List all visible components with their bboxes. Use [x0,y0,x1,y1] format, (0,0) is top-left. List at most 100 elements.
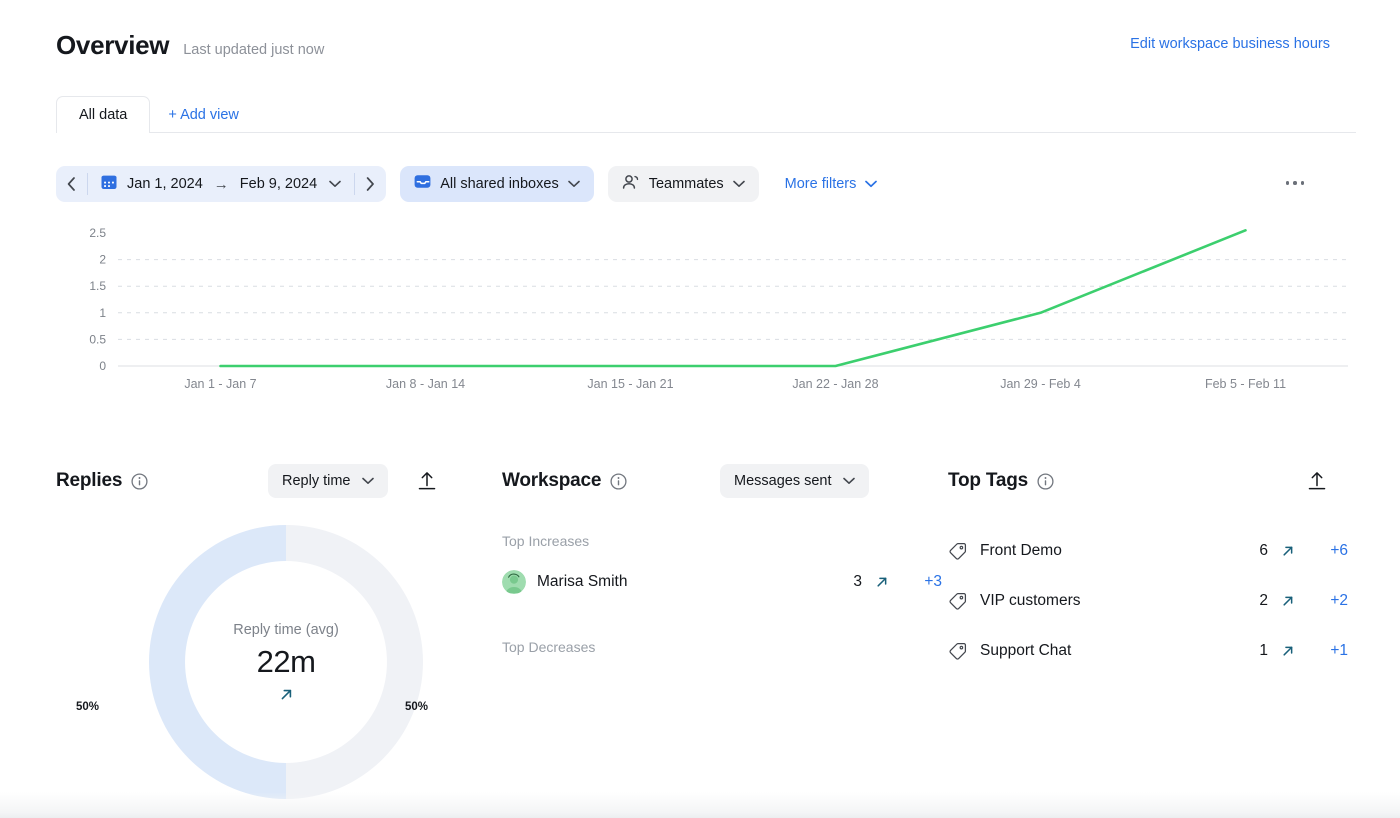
filter-toolbar: Jan 1, 2024 → Feb 9, 2024 [56,165,1356,203]
table-row[interactable]: Support Chat 1 +1 [948,635,1348,667]
teammate-delta: +3 [902,573,942,591]
svg-text:2.5: 2.5 [89,226,106,240]
messages-line-chart: 2.5 2 1.5 1 0.5 0 Jan 1 - Jan 7 Jan 8 - Jan 14 J… [56,215,1356,400]
export-icon [416,470,438,492]
tab-all-data[interactable]: All data [56,96,150,133]
table-row[interactable]: VIP customers 2 +2 [948,585,1348,617]
donut-right-percent: 50% [405,701,428,713]
metrics-panels: Replies Reply time [0,455,1400,815]
tag-value: 1 [1246,642,1268,660]
trend-up-arrow-icon[interactable] [1268,644,1308,658]
tab-all-data-label: All data [79,107,127,123]
teammates-filter-chip[interactable]: Teammates [608,166,759,202]
donut-center-content: Reply time (avg) 22m [141,517,431,807]
analytics-overview-page: Overview Last updated just now Edit work… [0,0,1400,818]
donut-left-percent: 50% [76,701,99,713]
svg-text:Jan 22 - Jan 28: Jan 22 - Jan 28 [792,377,878,391]
dot [1301,181,1305,185]
page-header: Overview Last updated just now Edit work… [0,0,1400,88]
chevron-down-icon [568,180,580,188]
tag-delta: +1 [1308,642,1348,660]
top-tags-list: Front Demo6+6VIP customers2+2Support Cha… [948,535,1348,667]
replies-metric-label: Reply time [282,473,351,489]
add-view-button[interactable]: + Add view [168,96,239,133]
info-icon[interactable] [131,473,148,490]
trend-up-arrow-icon[interactable] [1268,594,1308,608]
inbox-filter-chip[interactable]: All shared inboxes [400,166,594,202]
replies-panel: Replies Reply time [56,455,496,507]
inbox-filter-label: All shared inboxes [440,176,559,192]
previous-period-button[interactable] [56,166,87,202]
table-row[interactable]: Front Demo6+6 [948,535,1348,567]
trend-up-arrow-icon[interactable] [862,575,902,589]
workspace-panel: Workspace Messages sent [502,455,942,655]
edit-business-hours-link[interactable]: Edit workspace business hours [1130,36,1330,52]
chevron-down-icon [865,180,877,188]
more-filters-button[interactable]: More filters [771,166,892,202]
replies-panel-header: Replies Reply time [56,455,496,507]
top-decreases-label: Top Decreases [502,639,942,655]
replies-export-button[interactable] [414,468,440,494]
tag-value: 6 [1246,542,1268,560]
top-tags-panel-header: Top Tags [948,455,1348,507]
trend-up-arrow-icon[interactable] [1268,544,1308,558]
svg-text:Jan 29 - Feb 4: Jan 29 - Feb 4 [1000,377,1081,391]
table-row[interactable]: Marisa Smith 3 +3 [502,567,942,597]
dot [1293,181,1297,185]
workspace-panel-header: Workspace Messages sent [502,455,942,507]
date-start-value: Jan 1, 2024 [127,176,203,192]
line-chart-svg: 2.5 2 1.5 1 0.5 0 Jan 1 - Jan 7 Jan 8 - Jan 14 J… [56,215,1356,400]
tag-icon [948,642,970,661]
top-tags-title: Top Tags [948,470,1028,492]
tag-icon [948,542,970,561]
trend-up-arrow-icon[interactable] [279,687,294,702]
svg-text:Jan 1 - Jan 7: Jan 1 - Jan 7 [184,377,256,391]
date-range-control: Jan 1, 2024 → Feb 9, 2024 [56,166,386,202]
info-icon[interactable] [1037,473,1054,490]
info-icon[interactable] [610,473,627,490]
tag-name: VIP customers [980,592,1081,610]
date-range-picker[interactable]: Jan 1, 2024 → Feb 9, 2024 [88,166,354,202]
tag-delta: +2 [1308,592,1348,610]
svg-text:1: 1 [99,306,106,320]
more-filters-label: More filters [785,176,857,192]
chevron-down-icon [362,477,374,485]
top-tags-panel: Top Tags Front Demo6+6VIP cu [948,455,1348,667]
tag-value: 2 [1246,592,1268,610]
overflow-menu-button[interactable] [1280,175,1311,191]
workspace-metric-label: Messages sent [734,473,832,489]
donut-center-label: Reply time (avg) [233,622,339,638]
tag-name: Front Demo [980,542,1062,560]
svg-text:Jan 8 - Jan 14: Jan 8 - Jan 14 [386,377,465,391]
top-increases-label: Top Increases [502,533,942,549]
teammate-value: 3 [840,573,862,591]
inbox-icon [414,174,431,194]
svg-text:2: 2 [99,253,106,267]
date-end-value: Feb 9, 2024 [240,176,317,192]
tag-name: Support Chat [980,642,1071,660]
workspace-body: Top Increases Marisa Smith 3 [502,533,942,655]
chevron-down-icon [733,180,745,188]
chevron-down-icon [329,180,341,188]
teammate-name: Marisa Smith [537,573,627,591]
top-tags-export-button[interactable] [1304,468,1330,494]
svg-text:1.5: 1.5 [89,279,106,293]
bottom-fade [0,792,1400,818]
next-period-button[interactable] [355,166,386,202]
last-updated-text: Last updated just now [183,42,324,58]
svg-text:0.5: 0.5 [89,332,106,346]
teammates-filter-label: Teammates [649,176,724,192]
replies-title: Replies [56,470,122,492]
people-icon [622,174,640,195]
reply-time-donut: Reply time (avg) 22m 50% 50% [56,507,496,807]
svg-text:Feb 5 - Feb 11: Feb 5 - Feb 11 [1205,377,1286,391]
svg-text:0: 0 [99,359,106,373]
view-tabs: All data + Add view [56,96,1356,133]
export-icon [1306,470,1328,492]
calendar-icon [101,174,117,195]
replies-metric-select[interactable]: Reply time [268,464,388,498]
page-title: Overview [56,30,169,61]
chevron-right-icon [366,177,375,191]
title-row: Overview Last updated just now [56,30,324,61]
workspace-metric-select[interactable]: Messages sent [720,464,869,498]
